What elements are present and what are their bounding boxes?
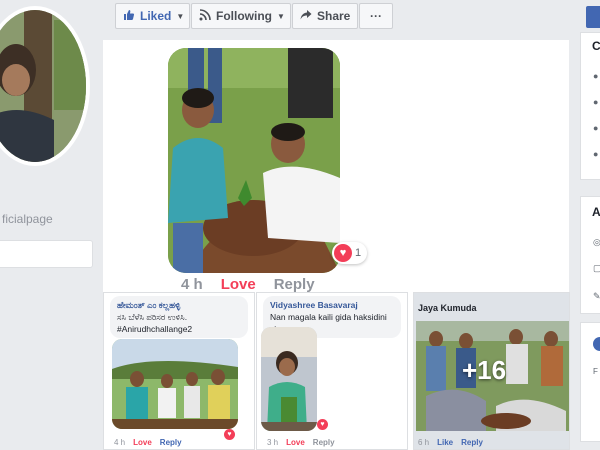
page-icon: ▢ <box>593 263 600 274</box>
reply-link[interactable]: Reply <box>274 276 315 293</box>
sidebar-card: C ● ● ● ● <box>580 32 600 180</box>
info-badge-icon <box>593 337 600 351</box>
comment-time[interactable]: 6 h <box>418 438 429 447</box>
person-icon: ● <box>593 123 599 133</box>
like-link[interactable]: Like <box>437 438 453 447</box>
post-meta-row: 4 h Love Reply <box>181 276 315 293</box>
comment-photo[interactable] <box>261 327 317 431</box>
comment-author[interactable]: Jaya Kumuda <box>418 303 477 313</box>
love-link[interactable]: Love <box>133 438 152 447</box>
love-link[interactable]: Love <box>286 438 305 447</box>
comment-card[interactable]: ಹೇಮಂತ್ ಎಂ ಕಲ್ಲಹಳ್ಳಿ ಸಸಿ ಬೆಳೆಸಿ ಪರಿಸರ ಉಳಿ… <box>103 292 255 450</box>
left-nav-box[interactable] <box>0 240 93 268</box>
person-icon: ● <box>593 149 599 159</box>
sidebar-card-title: A <box>592 205 600 219</box>
comment-time[interactable]: 4 h <box>114 438 125 447</box>
more-options-button[interactable]: ··· <box>359 3 393 29</box>
heart-icon: ♥ <box>317 419 328 430</box>
page-handle[interactable]: ficialpage <box>2 212 53 226</box>
love-link[interactable]: Love <box>221 276 256 293</box>
comment-card[interactable]: Jaya Kumuda +16 6 h Like Reply <box>413 292 570 450</box>
more-dots-icon: ··· <box>370 9 382 23</box>
right-sidebar: C ● ● ● ● A ◎ ▢ ✎ F <box>580 0 600 450</box>
reaction-count: 1 <box>355 247 362 259</box>
comment-meta: 4 h Love Reply <box>114 438 182 447</box>
share-label: Share <box>317 9 351 23</box>
comment-meta: 3 h Love Reply <box>267 438 335 447</box>
liked-label: Liked <box>140 9 172 23</box>
reply-link[interactable]: Reply <box>461 438 483 447</box>
sidebar-top-button[interactable] <box>586 6 600 28</box>
reply-link[interactable]: Reply <box>160 438 182 447</box>
sidebar-card-text: F <box>593 367 598 376</box>
sidebar-card-title: C <box>592 39 600 53</box>
thumbs-up-icon <box>123 9 135 24</box>
following-button[interactable]: Following ▼ <box>191 3 291 29</box>
rss-icon <box>199 8 211 24</box>
pencil-icon: ✎ <box>593 291 600 301</box>
comment-meta: 6 h Like Reply <box>418 438 483 447</box>
comment-card[interactable]: Vidyashree Basavaraj Nan magala kaili gi… <box>256 292 408 450</box>
following-label: Following <box>216 9 272 23</box>
reply-link[interactable]: Reply <box>313 438 335 447</box>
more-photos-count[interactable]: +16 <box>462 355 506 386</box>
comment-author[interactable]: Vidyashree Basavaraj <box>270 299 394 311</box>
share-button[interactable]: Share <box>292 3 358 29</box>
comment-photo[interactable] <box>112 339 238 429</box>
liked-button[interactable]: Liked ▼ <box>115 3 190 29</box>
chevron-down-icon: ▼ <box>277 11 285 21</box>
tree-planting-photo <box>168 48 340 273</box>
girl-with-plant-photo <box>261 327 317 431</box>
sidebar-card: A ◎ ▢ ✎ <box>580 196 600 314</box>
group-photo <box>112 339 238 429</box>
heart-icon: ♥ <box>334 244 352 262</box>
comment-author[interactable]: ಹೇಮಂತ್ ಎಂ ಕಲ್ಲಹಳ್ಳಿ <box>117 299 241 311</box>
post-timestamp[interactable]: 4 h <box>181 276 203 293</box>
profile-photo <box>0 10 86 162</box>
comment-time[interactable]: 3 h <box>267 438 278 447</box>
profile-avatar[interactable] <box>0 6 90 166</box>
person-icon: ● <box>593 71 599 81</box>
share-arrow-icon <box>300 9 312 24</box>
person-icon: ● <box>593 97 599 107</box>
comment-hashtag[interactable]: #Anirudhchallange2 <box>117 324 192 334</box>
left-column: ficialpage <box>0 0 103 450</box>
comment-text: ಸಸಿ ಬೆಳೆಸಿ ಪರಿಸರ ಉಳಿಸಿ. <box>117 312 188 322</box>
globe-icon: ◎ <box>593 237 600 248</box>
post-photo[interactable] <box>168 48 340 273</box>
sidebar-card: F <box>580 322 600 442</box>
chevron-down-icon: ▼ <box>176 11 185 21</box>
page-action-bar: Liked ▼ Following ▼ Share ··· <box>103 0 569 40</box>
reaction-summary[interactable]: ♥ 1 <box>332 242 368 264</box>
comment-bubble: ಹೇಮಂತ್ ಎಂ ಕಲ್ಲಹಳ್ಳಿ ಸಸಿ ಬೆಳೆಸಿ ಪರಿಸರ ಉಳಿ… <box>110 296 248 338</box>
heart-icon: ♥ <box>224 429 235 440</box>
